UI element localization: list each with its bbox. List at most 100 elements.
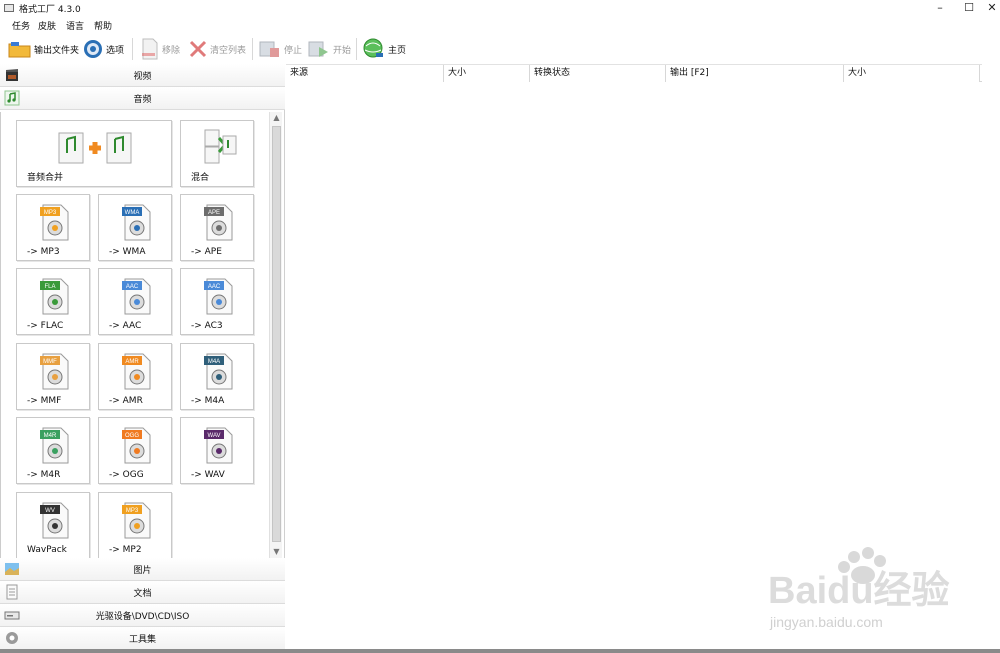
merge-audio-icon: [58, 132, 132, 164]
folder-icon: [8, 42, 31, 58]
to-mmf-tile[interactable]: MMF -> MMF: [16, 343, 90, 410]
tile-label: -> AC3: [191, 321, 223, 331]
mix-audio-icon: [204, 129, 237, 164]
audio-format-file-icon: FLA: [40, 278, 69, 315]
tile-label: -> MP2: [109, 545, 142, 555]
category-audio[interactable]: 音频: [0, 87, 285, 110]
tile-label: -> FLAC: [27, 321, 64, 331]
menu-help[interactable]: 帮助: [94, 19, 112, 32]
output-folder-label: 输出文件夹: [34, 45, 80, 56]
close-button[interactable]: ✕: [980, 0, 1000, 16]
tile-label: -> M4R: [27, 470, 61, 480]
column-status[interactable]: 转换状态: [530, 65, 666, 82]
tile-label: -> OGG: [109, 470, 144, 480]
menu-language[interactable]: 语言: [66, 19, 84, 32]
clear-list-button[interactable]: 清空列表: [188, 36, 246, 62]
to-mp3-tile[interactable]: MP3 -> MP3: [16, 194, 90, 261]
audio-format-file-icon: AAC: [122, 278, 151, 315]
tile-label: WavPack: [27, 545, 67, 555]
title-bar: 格式工厂 4.3.0 – ☐ ✕: [0, 0, 1000, 16]
svg-text:AMR: AMR: [125, 359, 139, 365]
audio-format-grid: 音频合并 混合 MP3 -> MP3 WMA -> WMA APE -> APE FLA -> F…: [0, 112, 268, 558]
category-picture[interactable]: 图片: [0, 558, 285, 581]
to-ogg-tile[interactable]: OGG -> OGG: [98, 417, 172, 484]
vertical-scrollbar[interactable]: ▲ ▼: [269, 112, 282, 558]
remove-label: 移除: [162, 45, 181, 56]
options-button[interactable]: 选项: [82, 36, 124, 62]
column-source[interactable]: 来源: [286, 65, 444, 82]
minimize-button[interactable]: –: [928, 0, 952, 16]
toolbar-separator: [132, 38, 133, 60]
start-icon: [308, 41, 328, 57]
svg-text:jingyan.baidu.com: jingyan.baidu.com: [769, 614, 883, 630]
home-button[interactable]: 主页: [362, 36, 406, 62]
remove-button[interactable]: 移除: [140, 36, 180, 62]
mix-tile[interactable]: 混合: [180, 120, 254, 187]
audio-format-file-icon: AMR: [122, 353, 151, 390]
tile-label: -> MP3: [27, 247, 60, 257]
maximize-button[interactable]: ☐: [957, 0, 981, 16]
clear-list-label: 清空列表: [210, 45, 247, 56]
globe-home-icon: [363, 38, 383, 58]
audio-format-file-icon: M4A: [204, 353, 233, 390]
category-audio-label: 音频: [133, 95, 152, 105]
toolbar: 输出文件夹 选项 移除 清空列表 停止 开始 主页: [0, 32, 1000, 64]
wavpack-tile[interactable]: WV WavPack: [16, 492, 90, 558]
start-label: 开始: [333, 45, 352, 56]
merge-audio-tile[interactable]: 音频合并: [16, 120, 172, 187]
category-optical[interactable]: 光驱设备\DVD\CD\ISO: [0, 604, 285, 627]
output-folder-button[interactable]: 输出文件夹: [8, 36, 79, 62]
stop-icon: [259, 41, 279, 57]
column-output-size[interactable]: 大小: [844, 65, 980, 82]
tile-label: -> M4A: [191, 396, 225, 406]
to-ape-tile[interactable]: APE -> APE: [180, 194, 254, 261]
menu-task[interactable]: 任务: [12, 19, 30, 32]
to-flac-tile[interactable]: FLA -> FLAC: [16, 268, 90, 335]
bottom-border: [0, 649, 1000, 653]
column-size[interactable]: 大小: [444, 65, 530, 82]
to-ac3-tile[interactable]: AAC -> AC3: [180, 268, 254, 335]
stop-button[interactable]: 停止: [258, 36, 302, 62]
to-m4a-tile[interactable]: M4A -> M4A: [180, 343, 254, 410]
category-optical-label: 光驱设备\DVD\CD\ISO: [95, 612, 190, 622]
tile-label: -> WAV: [191, 470, 225, 480]
baidu-watermark-logo: Baidu经验 jingyan.baidu.com: [768, 547, 950, 630]
column-output[interactable]: 输出 [F2]: [666, 65, 844, 82]
menu-bar: 任务 皮肤 语言 帮助: [0, 16, 1000, 32]
audio-format-file-icon: MP3: [40, 204, 69, 241]
stop-label: 停止: [284, 45, 303, 56]
clear-x-icon: [189, 40, 207, 58]
options-label: 选项: [106, 45, 125, 56]
tile-label: -> AMR: [109, 396, 143, 406]
to-m4r-tile[interactable]: M4R -> M4R: [16, 417, 90, 484]
category-video[interactable]: 视频: [0, 64, 285, 87]
tile-label: 音频合并: [27, 173, 64, 183]
svg-text:Baidu经验: Baidu经验: [768, 570, 950, 612]
home-label: 主页: [388, 45, 407, 56]
to-wav-tile[interactable]: WAV -> WAV: [180, 417, 254, 484]
audio-format-file-icon: MMF: [40, 353, 69, 390]
tile-label: -> MMF: [27, 396, 62, 406]
svg-text:M4A: M4A: [208, 359, 220, 365]
toolbar-separator: [356, 38, 357, 60]
to-mp2-tile[interactable]: MP3 -> MP2: [98, 492, 172, 558]
svg-text:WV: WV: [45, 508, 55, 514]
category-tools[interactable]: 工具集: [0, 627, 285, 650]
category-document[interactable]: 文档: [0, 581, 285, 604]
audio-format-file-icon: OGG: [122, 427, 151, 464]
scroll-down-icon[interactable]: ▼: [270, 546, 283, 558]
to-wma-tile[interactable]: WMA -> WMA: [98, 194, 172, 261]
to-aac-tile[interactable]: AAC -> AAC: [98, 268, 172, 335]
svg-text:OGG: OGG: [125, 433, 139, 439]
start-button[interactable]: 开始: [307, 36, 351, 62]
scroll-up-icon[interactable]: ▲: [270, 112, 283, 124]
audio-format-file-icon: M4R: [40, 427, 69, 464]
menu-skin[interactable]: 皮肤: [38, 19, 56, 32]
tile-label: -> AAC: [109, 321, 142, 331]
audio-format-file-icon: WMA: [122, 204, 151, 241]
svg-text:MP3: MP3: [44, 210, 57, 216]
window-title: 格式工厂 4.3.0: [19, 5, 81, 15]
to-amr-tile[interactable]: AMR -> AMR: [98, 343, 172, 410]
category-document-label: 文档: [133, 589, 152, 599]
scroll-thumb[interactable]: [272, 126, 281, 542]
